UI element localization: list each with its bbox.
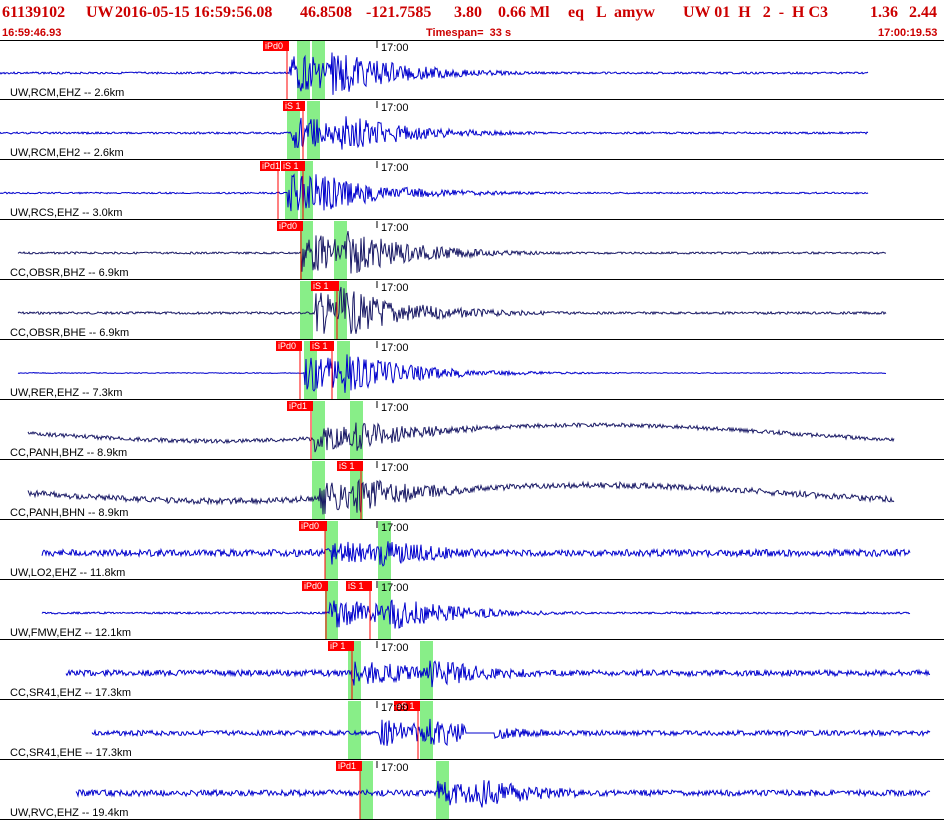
minute-mark-label: 17:00	[381, 282, 409, 294]
event-network: UW	[86, 4, 114, 21]
trace-row[interactable]: iS 1 17:00 UW,RCM,EH2 -- 2.6km	[0, 101, 944, 160]
waveform-line	[27, 422, 895, 453]
waveform-line	[91, 718, 931, 746]
minute-mark-label: 17:00	[381, 222, 409, 234]
trace-row[interactable]: iS 1 17:00 CC,OBSR,BHE -- 6.9km	[0, 281, 944, 340]
event-depth: 3.80	[454, 4, 482, 21]
trace-station-label: UW,RCS,EHZ -- 3.0km	[10, 207, 122, 219]
origin-datetime: 2016-05-15 16:59:56.08	[115, 4, 273, 21]
minute-mark-label: 17:00	[381, 522, 409, 534]
pick-flag-label: iPd1	[289, 401, 307, 411]
trace-station-label: CC,OBSR,BHZ -- 6.9km	[10, 267, 129, 279]
pick-flag-label: iS 1	[312, 341, 328, 351]
trace-row[interactable]: iPd0 iS 1 17:00 UW,RER,EHZ -- 7.3km	[0, 341, 944, 400]
waveform-line	[0, 52, 869, 95]
waveform-line	[65, 660, 931, 688]
minute-mark-label: 17:00	[381, 102, 409, 114]
pick-flag-label: iS 1	[285, 101, 301, 111]
pick-window-band	[348, 701, 361, 760]
minute-mark-label: 17:00	[381, 642, 409, 654]
pick-flag-label: iPd1	[262, 161, 280, 171]
seismogram-panel[interactable]: iPd0 17:00 UW,RCM,EHZ -- 2.6km iS 1 17:00 UW,…	[0, 40, 944, 820]
minute-mark-label: 17:00	[381, 462, 409, 474]
header-value-b: 2.44	[909, 4, 937, 21]
event-summary-line: 61139102 UW 2016-05-15 16:59:56.08 46.85…	[0, 0, 944, 26]
minute-mark-label: 17:00	[381, 402, 409, 414]
trace-station-label: CC,OBSR,BHE -- 6.9km	[10, 327, 129, 339]
minute-mark-label: 17:00	[381, 342, 409, 354]
event-author: amyw	[614, 4, 655, 21]
pick-flag-label: iPd0	[265, 41, 283, 51]
trace-station-label: UW,RCM,EHZ -- 2.6km	[10, 87, 124, 99]
event-longitude: -121.7585	[366, 4, 432, 21]
pick-flag-label: iP 1	[330, 641, 345, 651]
event-flag: L	[596, 4, 607, 21]
trace-row[interactable]: iP 1 17:00 CC,SR41,EHZ -- 17.3km	[0, 641, 944, 700]
trace-station-label: UW,LO2,EHZ -- 11.8km	[10, 567, 125, 579]
waveform-line	[27, 478, 895, 515]
timespan-label: Timespan= 33 s	[426, 27, 512, 39]
pick-flag-label: iPd1	[338, 761, 356, 771]
trace-station-label: CC,PANH,BHZ -- 8.9km	[10, 447, 127, 459]
waveform-line	[0, 173, 869, 212]
trace-row[interactable]: iPd0 17:00 UW,RCM,EHZ -- 2.6km	[0, 41, 944, 100]
waveform-line	[17, 286, 887, 334]
trace-station-label: UW,RER,EHZ -- 7.3km	[10, 387, 122, 399]
trace-station-label: CC,SR41,EHE -- 17.3km	[10, 747, 132, 759]
event-id: 61139102	[2, 4, 66, 21]
trace-row[interactable]: iS 1 17:00 CC,PANH,BHN -- 8.9km	[0, 461, 944, 520]
pick-flag-label: iS 1	[339, 461, 355, 471]
waveform-line	[41, 541, 911, 567]
pick-flag-label: iPd0	[279, 221, 297, 231]
trace-station-label: UW,FMW,EHZ -- 12.1km	[10, 627, 131, 639]
pick-window-band	[312, 401, 325, 460]
minute-mark-label: 17:00	[381, 162, 409, 174]
trace-station-label: UW,RVC,EHZ -- 19.4km	[10, 807, 128, 819]
waveform-line	[17, 354, 887, 393]
waveform-line	[41, 599, 911, 629]
pick-flag-label: iS 1	[313, 281, 329, 291]
pick-flag-label: iS 1	[283, 161, 299, 171]
trace-row[interactable]: iPd0 17:00 UW,LO2,EHZ -- 11.8km	[0, 521, 944, 580]
trace-row[interactable]: iPd0 iS 1 17:00 UW,FMW,EHZ -- 12.1km	[0, 581, 944, 640]
window-end-time: 17:00:19.53	[878, 27, 938, 39]
event-latitude: 46.8508	[300, 4, 352, 21]
window-start-time: 16:59:46.93	[2, 27, 62, 39]
pick-flag-label: iPd0	[304, 581, 322, 591]
pick-flag-label: iPd0	[301, 521, 319, 531]
minute-mark-label: 17:00	[381, 762, 409, 774]
waveform-line	[75, 780, 931, 808]
pick-flag-label: iPd0	[278, 341, 296, 351]
minute-mark-label: 17:00	[381, 42, 409, 54]
pick-flag-label: iS 1	[348, 581, 364, 591]
trace-station-label: UW,RCM,EH2 -- 2.6km	[10, 147, 124, 159]
header-value-a: 1.36	[870, 4, 898, 21]
minute-mark-label: 17:00	[381, 702, 409, 714]
trace-row[interactable]: iPd1 17:00 CC,PANH,BHZ -- 8.9km	[0, 401, 944, 460]
event-type: eq	[568, 4, 584, 21]
trace-row[interactable]: iPd0 17:00 CC,OBSR,BHZ -- 6.9km	[0, 221, 944, 280]
trace-row[interactable]: iPd1 iS 1 17:00 UW,RCS,EHZ -- 3.0km	[0, 161, 944, 220]
minute-mark-label: 17:00	[381, 582, 409, 594]
solution-fields: UW 01 H 2 - H C3	[683, 4, 829, 21]
trace-station-label: CC,SR41,EHZ -- 17.3km	[10, 687, 131, 699]
waveform-line	[0, 116, 869, 150]
trace-row[interactable]: iPd1 17:00 UW,RVC,EHZ -- 19.4km	[0, 761, 944, 820]
event-magnitude: 0.66 Ml	[498, 4, 550, 21]
trace-row[interactable]: eS 117:00CC,SR41,EHE -- 17.3km	[0, 701, 944, 760]
time-window-bar: 16:59:46.93 Timespan= 33 s 17:00:19.53	[0, 26, 944, 40]
trace-station-label: CC,PANH,BHN -- 8.9km	[10, 507, 128, 519]
waveform-line	[17, 230, 887, 274]
